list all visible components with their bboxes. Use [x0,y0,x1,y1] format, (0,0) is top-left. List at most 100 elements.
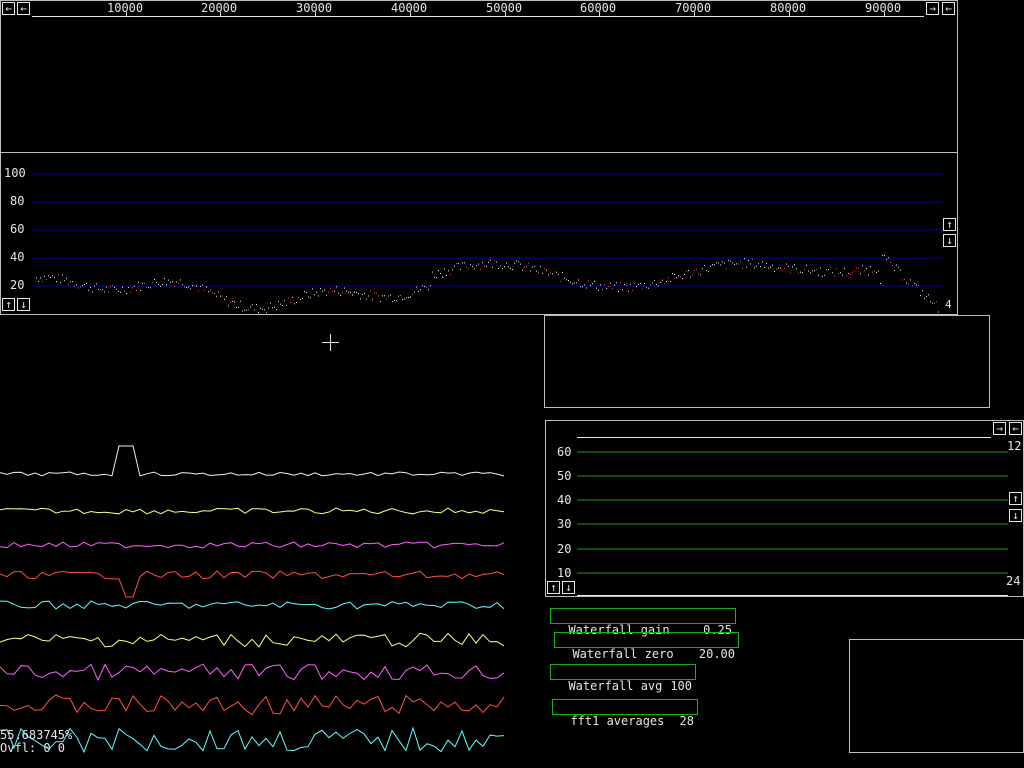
fft1-averages-param[interactable]: fft1 averages 28 [552,699,698,728]
spectrum-point [56,281,57,283]
baseband-trace [0,632,505,648]
spectrum-point [110,285,111,287]
level-graph-y-tick-label: 50 [557,469,572,483]
spectrum-point [186,286,187,288]
spectrum-point [542,272,543,274]
spectrum-point [578,279,579,281]
spectrum-point [770,266,771,268]
spectrum-point [688,270,689,272]
spectrum-point [172,281,173,283]
spectrum-point [98,288,99,290]
spectrum-point [380,301,381,303]
spectrum-point [100,289,101,291]
spectrum-point [734,263,735,265]
spectrum-point [656,284,657,286]
spectrum-point [278,301,279,303]
spectrum-point [512,269,513,271]
spectrum-point [568,280,569,282]
spectrum-point [696,268,697,270]
spectrum-point [440,273,441,275]
spectrum-point [774,270,775,272]
spectrum-point [678,275,679,277]
spectrum-point [346,290,347,292]
level-graph-down-button[interactable]: ↓ [1009,509,1022,522]
spectrum-point [202,284,203,286]
baseband-trace [0,663,505,682]
level-graph-bottom-down-button[interactable]: ↓ [562,581,575,594]
spectrum-point [436,277,437,279]
spectrum-point [206,286,207,288]
meter-panel[interactable] [849,639,1024,753]
spectrum-point [128,286,129,288]
spectrum-point [908,283,909,285]
spectrum-point [668,277,669,279]
spectrum-point [788,265,789,267]
spectrum-point [522,269,523,271]
spectrum-point [642,288,643,290]
spectrum-point [332,290,333,292]
spectrum-point [140,290,141,292]
spectrum-point [398,295,399,297]
spectrum-point [744,258,745,260]
spectrum-point [582,286,583,288]
spectrum-point [400,294,401,296]
waterfall-zero-param[interactable]: Waterfall zero 20.00 [554,632,739,661]
spectrum-point [216,295,217,297]
spectrum-point [236,307,237,309]
level-graph-bottom-up-button[interactable]: ↑ [547,581,560,594]
spectrum-point [546,269,547,271]
spectrum-point [448,270,449,272]
spectrum-point [190,288,191,290]
spectrum-point [794,264,795,266]
spectrum-point [584,284,585,286]
spectrum-point [228,305,229,307]
spectrum-point [242,310,243,312]
spectrum-point [766,262,767,264]
spectrum-point [358,293,359,295]
spectrum-point [96,283,97,285]
spectrum-point [810,272,811,274]
level-graph-panel[interactable] [545,420,1024,597]
level-graph-up-button[interactable]: ↑ [1009,492,1022,505]
spectrum-point [308,296,309,298]
spectrum-point [428,289,429,291]
spectrum-point [746,266,747,268]
spectrum-point [366,298,367,300]
spectrum-point [870,266,871,268]
spectrum-point [508,266,509,268]
spectrum-point [556,271,557,273]
spectrum-point [170,281,171,283]
waterfall-gain-param[interactable]: Waterfall gain 0.25 [550,608,736,637]
spectrum-point [88,289,89,291]
spectrum-point [750,263,751,265]
spectrum-point [478,263,479,265]
spectrum-point [826,269,827,271]
level-graph-left-button[interactable]: ← [1009,422,1022,435]
spectrum-point [496,261,497,263]
spectrum-point [572,283,573,285]
spectrum-point [824,274,825,276]
level-graph-right-button[interactable]: → [993,422,1006,435]
spectrum-point [392,301,393,303]
level-graph-bottom-line [577,595,1008,596]
baseband-trace [0,507,505,515]
spectrum-point [256,304,257,306]
spectrum-point [438,270,439,272]
spectrum-point [62,274,63,276]
spectrum-point [198,290,199,292]
baseband-panel[interactable] [544,315,990,408]
spectrum-point [130,291,131,293]
spectrum-point [104,291,105,293]
spectrum-point [36,277,37,279]
spectrum-point [882,254,883,256]
spectrum-point [166,284,167,286]
spectrum-point [312,288,313,290]
spectrum-point [852,271,853,273]
spectrum-point [736,263,737,265]
spectrum-point [252,304,253,306]
spectrum-point [842,274,843,276]
waterfall-avg-param[interactable]: Waterfall avg 100 [550,664,696,693]
level-graph-top-value: 12 [1007,439,1022,453]
spectrum-point [588,280,589,282]
spectrum-point [510,268,511,270]
